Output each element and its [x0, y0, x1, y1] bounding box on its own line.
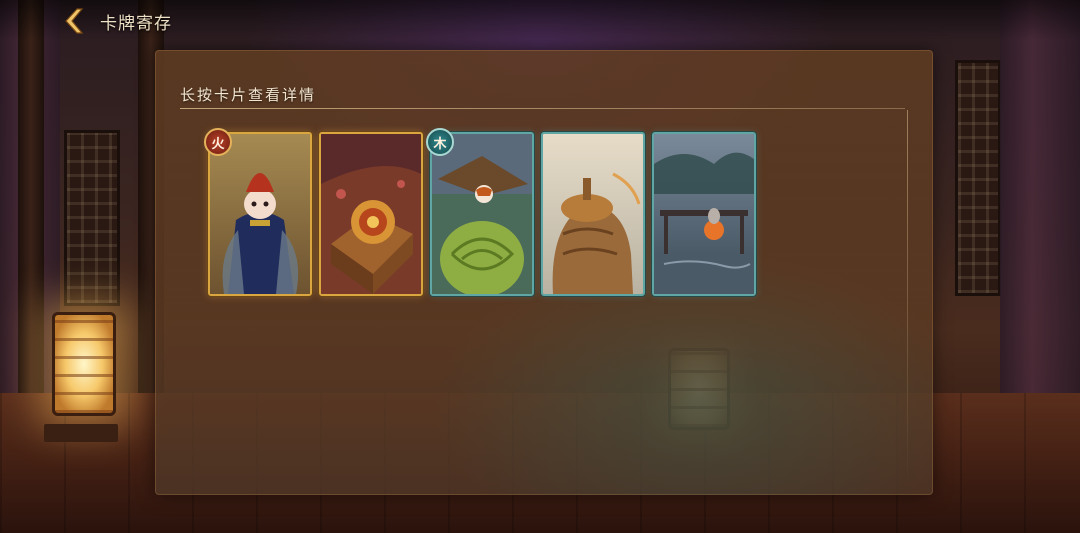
card-art-scene — [654, 134, 754, 294]
page-title: 卡牌寄存 — [100, 14, 172, 34]
chevron-left-icon — [65, 8, 84, 34]
wood-element-icon: 木 — [426, 128, 454, 156]
card-art-scene — [321, 134, 421, 294]
fire-element-icon: 火 — [204, 128, 232, 156]
panel-side-divider — [907, 110, 908, 485]
game-screen: 卡牌寄存 长按卡片查看详情 火 木 — [0, 0, 1080, 533]
card-art-character — [432, 134, 532, 294]
background-lattice-window — [955, 60, 1001, 296]
heading-divider — [180, 108, 905, 109]
card-storage-panel: 长按卡片查看详情 火 木 — [155, 50, 933, 495]
background-pillar — [18, 0, 44, 423]
back-button[interactable] — [58, 6, 88, 36]
lantern-base — [44, 424, 118, 442]
card-slot[interactable] — [652, 132, 756, 296]
card-art-scene — [543, 134, 643, 294]
card-slot[interactable] — [430, 132, 534, 296]
background-lattice-window — [64, 130, 120, 306]
card-slot[interactable] — [541, 132, 645, 296]
card-slot[interactable] — [319, 132, 423, 296]
panel-heading: 长按卡片查看详情 — [180, 86, 317, 104]
top-bar: 卡牌寄存 — [0, 0, 1080, 40]
card-art-character — [210, 134, 310, 294]
lantern-decoration — [52, 312, 116, 416]
card-slot[interactable] — [208, 132, 312, 296]
